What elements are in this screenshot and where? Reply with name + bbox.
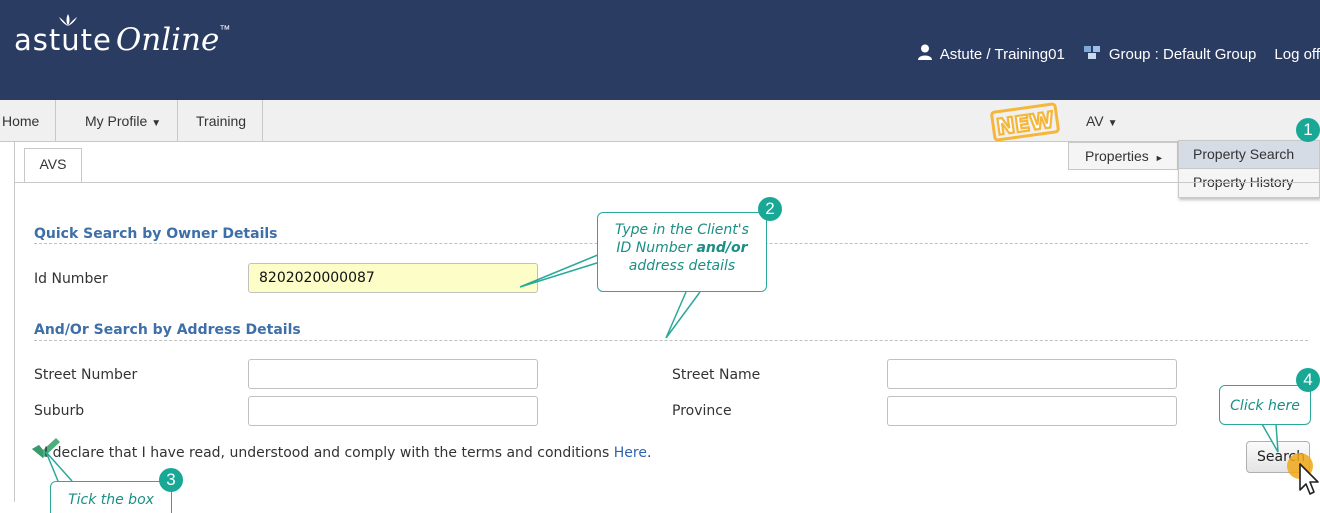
logo-trademark: ™ [219, 24, 231, 36]
chevron-down-icon: ▼ [151, 118, 162, 129]
province-input[interactable] [887, 396, 1177, 426]
properties-submenu: Property Search Property History [1178, 140, 1320, 198]
logoff-link[interactable]: Log off [1274, 46, 1320, 63]
chevron-down-icon: ▼ [1107, 118, 1118, 129]
nav-av-label: AV [1086, 113, 1104, 129]
province-label: Province [672, 403, 732, 419]
nav-training[interactable]: Training [180, 100, 264, 142]
chevron-right-icon: ► [1154, 153, 1164, 163]
callout-text: ID Number and/or [598, 239, 766, 257]
callout-type-details: Type in the Client's ID Number and/or ad… [597, 212, 767, 292]
id-number-label: Id Number [34, 271, 108, 287]
callout-text-part: ID Number [616, 240, 697, 256]
app-logo[interactable]: astute Online™ [14, 22, 230, 58]
terms-text: I declare that I have read, understood a… [44, 445, 610, 461]
divider [34, 340, 1308, 341]
callout-text: address details [628, 258, 736, 274]
step-badge-1: 1 [1296, 118, 1320, 142]
street-number-label: Street Number [34, 367, 138, 383]
step-badge-3: 3 [159, 468, 183, 492]
suburb-input[interactable] [248, 396, 538, 426]
section-address-details: And/Or Search by Address Details [34, 322, 301, 338]
content-border [14, 142, 15, 502]
menu-item-property-search[interactable]: Property Search [1179, 141, 1319, 169]
user-area: Astute / Training01 Group : Default Grou… [917, 44, 1320, 64]
step-badge-4: 4 [1296, 368, 1320, 392]
street-number-input[interactable] [248, 359, 538, 389]
terms-declaration: I declare that I have read, understood a… [44, 445, 651, 461]
callout-tick-box: Tick the box [50, 481, 172, 513]
menu-item-property-history[interactable]: Property History [1179, 169, 1319, 197]
nav-home[interactable]: Home [0, 100, 57, 142]
menu-item-properties-label: Properties [1085, 148, 1149, 164]
callout-text: Type in the Client's [615, 222, 749, 238]
terms-period: . [646, 445, 652, 461]
logo-main-text: astute [14, 23, 112, 57]
step-badge-2: 2 [758, 197, 782, 221]
id-number-input[interactable] [248, 263, 538, 293]
nav-my-profile[interactable]: My Profile ▼ [69, 100, 179, 142]
nav-my-profile-label: My Profile [85, 113, 148, 129]
mouse-cursor-icon [1286, 452, 1320, 496]
group-icon [1083, 44, 1101, 64]
tab-avs[interactable]: AVS [24, 148, 82, 182]
street-name-label: Street Name [672, 367, 761, 383]
group-label[interactable]: Group : Default Group [1109, 46, 1257, 63]
tab-strip-line [14, 182, 1320, 183]
suburb-label: Suburb [34, 403, 85, 419]
top-header: astute Online™ Astute / Training01 Group … [0, 0, 1320, 100]
menu-item-properties[interactable]: Properties ► [1068, 142, 1178, 170]
new-badge-text: NEW [995, 108, 1056, 141]
nav-av[interactable]: AV ▼ [1074, 100, 1130, 142]
user-icon [917, 44, 932, 64]
callout-click-here: Click here [1219, 385, 1311, 425]
callout-text-bold: and/or [696, 240, 748, 256]
user-name[interactable]: Astute / Training01 [940, 46, 1065, 63]
terms-here-link[interactable]: Here [614, 445, 647, 461]
street-name-input[interactable] [887, 359, 1177, 389]
main-nav: Home My Profile ▼ Training AV ▼ [0, 100, 1320, 142]
logo-script-text: Online [115, 22, 220, 58]
section-owner-details: Quick Search by Owner Details [34, 226, 278, 242]
